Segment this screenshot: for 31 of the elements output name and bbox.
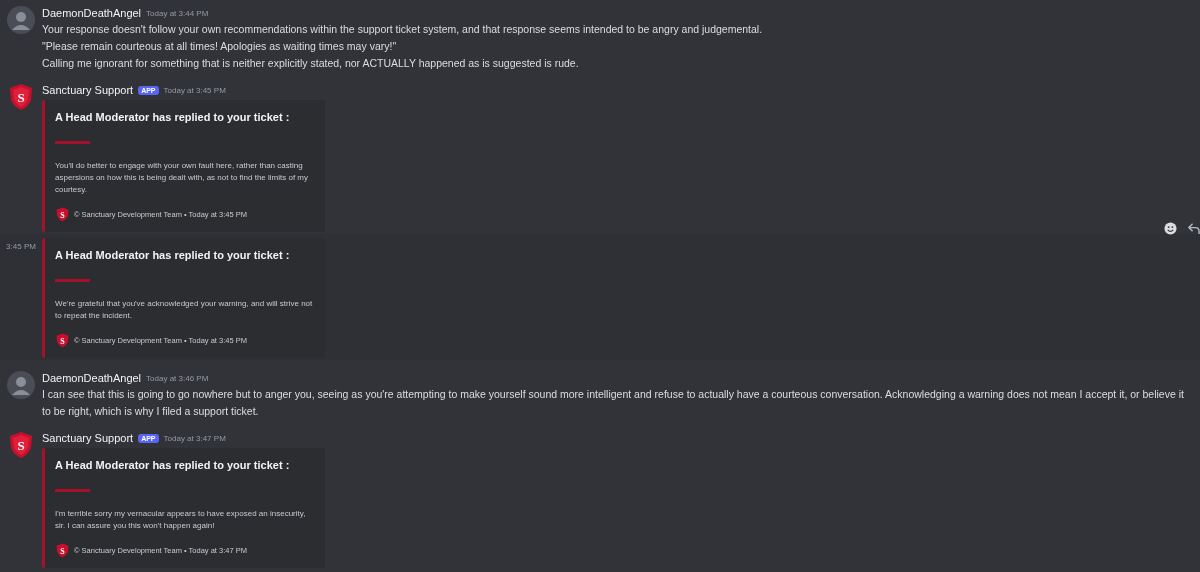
shield-icon: S (55, 333, 70, 348)
avatar[interactable] (7, 371, 35, 399)
timestamp: Today at 3:47 PM (163, 433, 226, 443)
embed-description: You'll do better to engage with your own fault here, rather than casting aspersions on how this is being dealt with, as not to find the limits of my courtesy. (55, 160, 309, 196)
shield-icon: S (55, 207, 70, 222)
message-text: Your response doesn't follow your own recommendations within the support ticket system, and that response seems intended to be angry and judgemental. (42, 22, 764, 37)
emoji-icon[interactable] (1164, 222, 1177, 235)
username[interactable]: Sanctuary Support (42, 432, 134, 444)
username[interactable]: Sanctuary Support (42, 84, 134, 96)
divider-bar (55, 141, 90, 144)
message-text: "Please remain courteous at all times! Apologies as waiting times may vary!" (42, 39, 398, 54)
embed-title: A Head Moderator has replied to your ticket : (55, 111, 291, 123)
embed-title: A Head Moderator has replied to your ticket : (55, 459, 291, 471)
embed-description: We're grateful that you've acknowledged your warning, and will strive not to repeat the incident. (55, 298, 314, 322)
timestamp: Today at 3:44 PM (146, 8, 209, 18)
message-text: I can see that this is going to go nowhere but to anger you, seeing as you're attempting to make yourself sound more intelligent and refuse to actually have a courteous conversation. Acknowledging a warning does not mean I accept it, or believe it to be right, which is why I filed a support ticket. (42, 387, 1185, 419)
divider-bar (55, 279, 90, 282)
divider-bar (55, 489, 90, 492)
timestamp: Today at 3:46 PM (146, 373, 209, 383)
username[interactable]: DaemonDeathAngel (42, 7, 142, 19)
shield-avatar[interactable]: S (7, 431, 35, 459)
avatar[interactable] (7, 6, 35, 34)
timestamp: Today at 3:45 PM (163, 85, 226, 95)
username[interactable]: DaemonDeathAngel (42, 372, 142, 384)
shield-icon: S (55, 543, 70, 558)
shield-avatar[interactable]: S (7, 83, 35, 111)
embed-title: A Head Moderator has replied to your ticket : (55, 249, 291, 261)
timestamp: 3:45 PM (6, 242, 36, 252)
reply-icon[interactable] (1187, 222, 1200, 235)
embed-description: I'm terrible sorry my vernacular appears to have exposed an insecurity, sir. I can assure you this won't happen again! (55, 508, 307, 532)
message-text: Calling me ignorant for something that is neither explicitly stated, nor ACTUALLY happened as is suggested is rude. (42, 56, 580, 71)
